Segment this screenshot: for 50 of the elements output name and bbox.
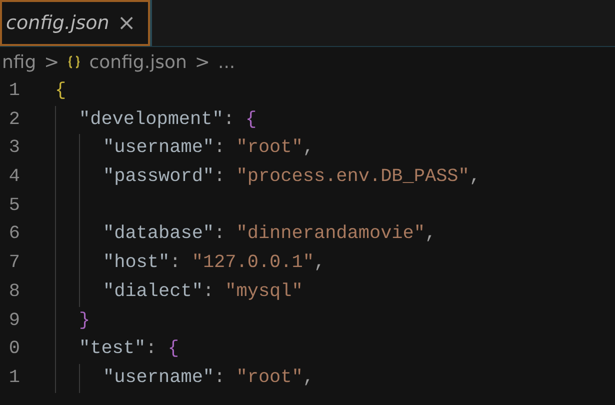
json-string: "root": [236, 366, 303, 390]
json-string: "dinnerandamovie": [236, 222, 425, 246]
punctuation: :: [214, 366, 226, 390]
line-number: 1: [8, 79, 20, 103]
punctuation: :: [214, 222, 226, 246]
editor-tab[interactable]: config.json ×: [0, 0, 152, 46]
punctuation: ,: [302, 366, 314, 390]
line-number: 6: [8, 222, 20, 246]
punctuation: :: [214, 136, 226, 160]
breadcrumb-separator: >: [194, 52, 210, 72]
line-number: 9: [8, 308, 20, 332]
json-key: "host": [103, 249, 170, 278]
json-key: "test": [79, 335, 146, 364]
bracket: {: [55, 79, 66, 103]
line-number: 1: [8, 366, 20, 390]
json-key: "dialect": [103, 278, 203, 306]
line-number: 3: [8, 136, 20, 160]
bracket: {: [246, 108, 257, 132]
punctuation: ,: [469, 165, 480, 190]
punctuation: :: [223, 108, 236, 132]
json-string: "mysql": [225, 280, 303, 304]
line-number: 0: [8, 337, 20, 362]
punctuation: ,: [314, 251, 326, 276]
breadcrumb-separator: >: [44, 52, 60, 72]
json-key: "password": [103, 163, 214, 192]
json-string: "process.env.DB_PASS": [236, 165, 470, 190]
breadcrumb-folder[interactable]: nfig: [2, 52, 36, 72]
punctuation: :: [202, 280, 216, 304]
breadcrumb-file[interactable]: config.json: [89, 52, 187, 72]
line-number: 4: [8, 165, 20, 190]
punctuation: ,: [424, 222, 436, 246]
json-braces-icon: [67, 55, 82, 69]
line-number: 5: [8, 194, 20, 218]
punctuation: :: [214, 165, 226, 190]
breadcrumb-more[interactable]: ...: [218, 52, 236, 72]
json-string: "root": [236, 136, 303, 160]
close-icon[interactable]: ×: [117, 10, 136, 36]
punctuation: ,: [302, 136, 314, 160]
bracket: }: [79, 308, 90, 332]
line-number: 2: [8, 108, 20, 132]
json-key: "username": [103, 134, 214, 164]
json-key: "username": [103, 364, 214, 393]
line-number: 8: [8, 280, 20, 304]
line-number: 7: [8, 251, 20, 276]
bracket: {: [168, 337, 179, 362]
json-string: "127.0.0.1": [192, 251, 314, 276]
punctuation: :: [170, 251, 182, 276]
json-key: "development": [79, 106, 224, 134]
punctuation: :: [146, 337, 158, 362]
json-key: "database": [103, 220, 214, 250]
